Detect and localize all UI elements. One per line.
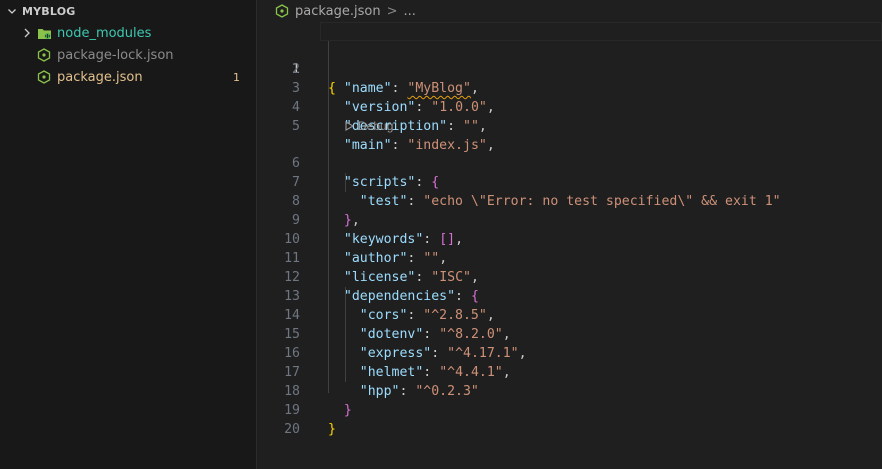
code-line: 13 "cors": "^2.8.5", (258, 268, 882, 323)
npm-json-icon (36, 47, 52, 63)
chevron-down-icon (8, 9, 16, 14)
editor-pane[interactable]: package.json > ... 1 { 2 "name": "MyBlog… (258, 0, 882, 469)
code-line: 18 } (258, 363, 882, 418)
play-outline-icon (345, 121, 354, 131)
code-line: 11 "license": "ISC", (258, 230, 882, 285)
problem-count-badge: 1 (233, 70, 240, 84)
line-number: 20 (284, 422, 300, 437)
npm-json-icon (275, 4, 289, 18)
tree-item-label: package.json (57, 69, 143, 85)
breadcrumb: package.json > ... (258, 0, 882, 22)
code-line: 12 "dependencies": { (258, 249, 882, 304)
tree-item-label: package-lock.json (57, 47, 174, 63)
code-line: 8 }, (258, 173, 882, 228)
code-line: 16 "helmet": "^4.4.1", (258, 325, 882, 380)
code-line: 4 "description": "", (258, 79, 882, 134)
code-line: 5 "main": "index.js", (258, 98, 882, 153)
npm-json-icon (36, 69, 52, 85)
code-area[interactable]: 1 { 2 "name": "MyBlog", 3 "version": "1.… (258, 22, 882, 437)
explorer-section-header[interactable]: MYBLOG (0, 0, 256, 22)
code-line: 20 (258, 401, 882, 437)
explorer-title: MYBLOG (22, 4, 76, 18)
breadcrumb-symbol[interactable]: ... (404, 4, 416, 19)
code-line: 3 "version": "1.0.0", (258, 60, 882, 115)
tree-item-package-lock-json[interactable]: package-lock.json (0, 44, 256, 66)
chevron-right-icon[interactable] (20, 26, 34, 40)
folder-icon (36, 25, 52, 41)
code-line: 15 "express": "^4.17.1", (258, 306, 882, 361)
code-line: 6 "scripts": { (258, 135, 882, 190)
debug-codelens[interactable]: Debug (258, 117, 882, 135)
code-line: 7 "test": "echo \"Error: no test specifi… (258, 154, 882, 209)
tree-item-package-json[interactable]: package.json 1 (0, 66, 256, 88)
tree-item-label: node_modules (57, 25, 152, 41)
code-line: 14 "dotenv": "^8.2.0", (258, 287, 882, 342)
code-line: 2 "name": "MyBlog", (258, 41, 882, 96)
breadcrumb-file[interactable]: package.json (295, 4, 381, 19)
code-line: 19 } (258, 382, 882, 437)
code-line: 17 "hpp": "^0.2.3" (258, 344, 882, 399)
code-line: 1 { (258, 22, 882, 96)
debug-codelens-label[interactable]: Debug (358, 117, 393, 135)
explorer-sidebar: MYBLOG node_modules package-lock.json pa… (0, 0, 257, 469)
code-line: 9 "keywords": [], (258, 192, 882, 247)
code-line: 10 "author": "", (258, 211, 882, 266)
breadcrumb-separator: > (386, 3, 398, 19)
tree-item-node-modules[interactable]: node_modules (0, 22, 256, 44)
